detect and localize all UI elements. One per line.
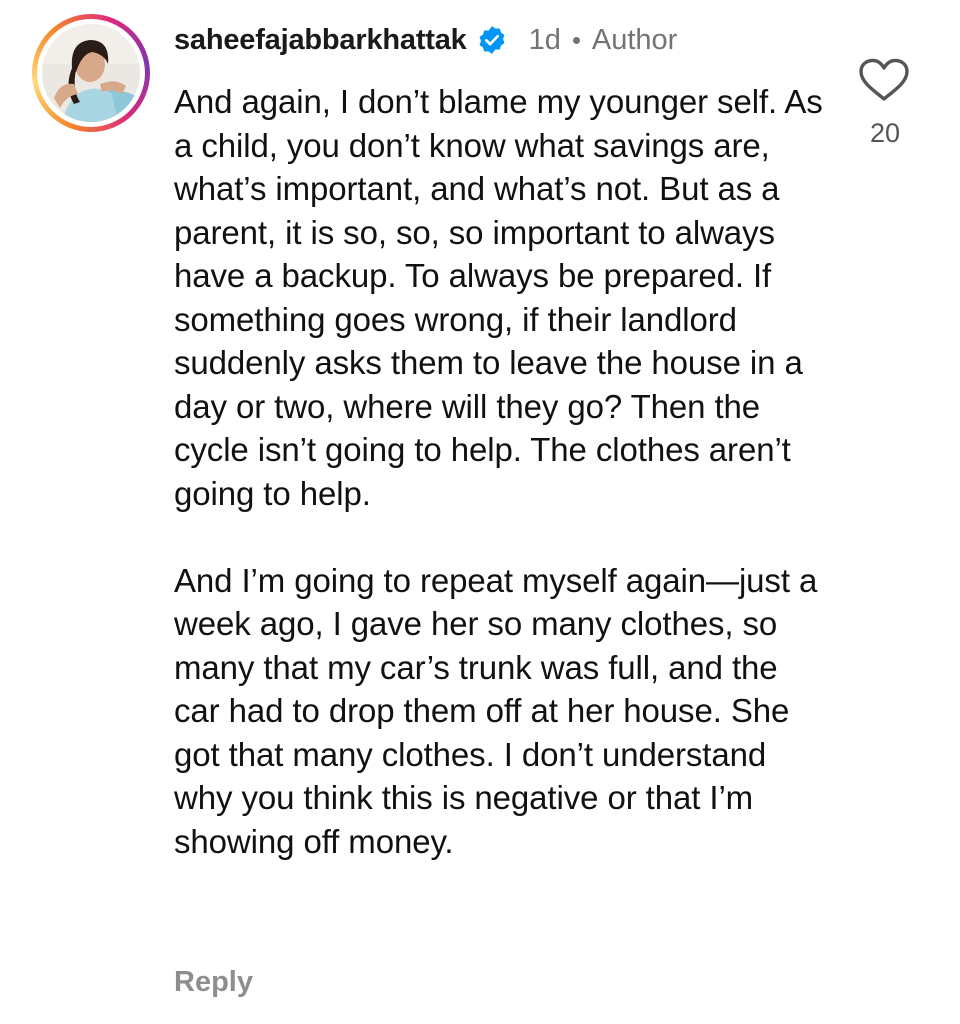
- avatar[interactable]: [42, 24, 140, 122]
- avatar-ring-gap: [37, 19, 145, 127]
- avatar-story-ring[interactable]: [32, 14, 150, 132]
- reply-button[interactable]: Reply: [174, 966, 253, 999]
- like-count: 20: [869, 118, 901, 148]
- author-badge: Author: [591, 23, 678, 56]
- comment-text: And again, I don’t blame my younger self…: [174, 80, 824, 863]
- timestamp: 1d: [528, 23, 561, 56]
- verified-badge-icon: [479, 26, 505, 54]
- comment-paragraph: And again, I don’t blame my younger self…: [174, 83, 823, 512]
- comment-paragraph: And I’m going to repeat myself again—jus…: [174, 561, 818, 860]
- username-link[interactable]: saheefajabbarkhattak: [174, 24, 467, 57]
- avatar-image: [42, 24, 140, 122]
- comment-meta: 1d Author: [529, 24, 678, 57]
- separator-dot: [572, 36, 580, 44]
- heart-icon[interactable]: [858, 58, 910, 102]
- comment-header: saheefajabbarkhattak 1d Author: [174, 18, 677, 62]
- comment: saheefajabbarkhattak 1d Author And again…: [0, 0, 960, 1024]
